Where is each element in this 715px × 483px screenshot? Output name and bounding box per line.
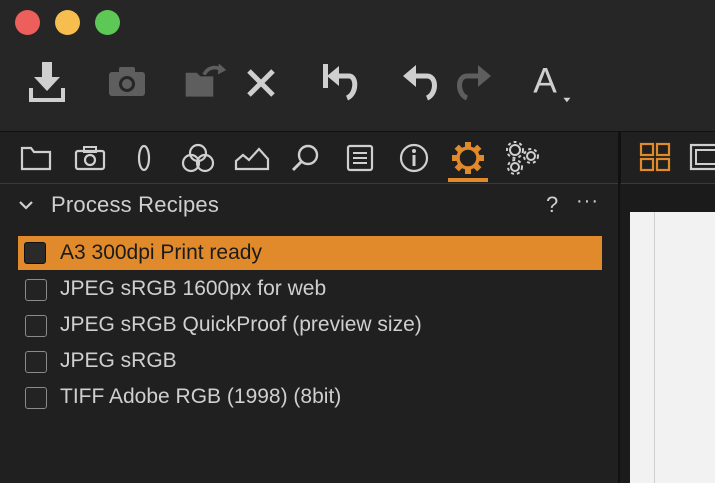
single-view-button[interactable] — [689, 142, 715, 177]
tab-adjustments[interactable] — [340, 138, 380, 178]
more-options-button[interactable]: ··· — [576, 190, 599, 213]
reset-icon — [323, 64, 358, 101]
single-view-icon — [689, 143, 715, 171]
annotations-button[interactable]: A — [528, 58, 574, 104]
recipe-checkbox[interactable] — [25, 279, 47, 301]
close-window-button[interactable] — [15, 10, 40, 35]
tab-library[interactable] — [16, 138, 56, 178]
gear-icon — [452, 142, 484, 174]
delete-x-icon — [247, 69, 275, 97]
tab-color[interactable] — [178, 138, 218, 178]
folder-icon — [20, 146, 52, 171]
minimize-window-button[interactable] — [55, 10, 80, 35]
recipe-label: JPEG sRGB 1600px for web — [60, 277, 327, 300]
process-recipes-panel: Process Recipes ? ··· A3 300dpi Print re… — [0, 185, 618, 483]
tab-details[interactable] — [286, 138, 326, 178]
grid-view-button[interactable] — [639, 142, 671, 177]
import-icon — [29, 62, 65, 102]
recipe-label: JPEG sRGB QuickProof (preview size) — [60, 313, 422, 336]
reset-button[interactable] — [316, 58, 362, 104]
tab-lens[interactable] — [124, 138, 164, 178]
annotations-label: A — [533, 62, 557, 101]
recipe-checkbox[interactable] — [25, 351, 47, 373]
main-toolbar: A — [0, 44, 715, 132]
recipe-item[interactable]: TIFF Adobe RGB (1998) (8bit) — [18, 380, 602, 414]
gears-icon — [506, 141, 539, 175]
panel-header[interactable]: Process Recipes ? ··· — [0, 185, 618, 225]
recipe-checkbox[interactable] — [25, 315, 47, 337]
recipe-checkbox[interactable] — [24, 242, 46, 264]
maximize-window-button[interactable] — [95, 10, 120, 35]
redo-icon — [457, 65, 491, 101]
tab-batch[interactable] — [502, 138, 542, 178]
recipe-label: TIFF Adobe RGB (1998) (8bit) — [60, 385, 342, 408]
exposure-icon — [234, 147, 270, 171]
tab-output[interactable] — [448, 138, 488, 178]
tab-exposure[interactable] — [232, 138, 272, 178]
undo-icon — [403, 65, 437, 101]
delete-button[interactable] — [238, 58, 284, 104]
canvas-divider — [654, 212, 655, 483]
move-to-icon — [185, 63, 227, 97]
grid-view-icon — [639, 142, 671, 172]
info-icon — [399, 143, 429, 173]
recipe-item[interactable]: JPEG sRGB QuickProof (preview size) — [18, 308, 602, 342]
tab-capture[interactable] — [70, 138, 110, 178]
capture-button[interactable] — [104, 58, 150, 104]
camera-outline-icon — [74, 146, 106, 171]
camera-icon — [109, 67, 145, 96]
tool-tab-bar — [0, 132, 618, 184]
title-bar — [0, 0, 715, 44]
import-button[interactable] — [24, 58, 70, 104]
tab-metadata[interactable] — [394, 138, 434, 178]
list-doc-icon — [346, 144, 374, 172]
recipe-label: A3 300dpi Print ready — [60, 241, 262, 264]
image-canvas[interactable] — [630, 212, 715, 483]
viewer-toolbar — [620, 132, 715, 184]
redo-button[interactable] — [450, 58, 496, 104]
move-to-button[interactable] — [182, 58, 228, 104]
chevron-down-icon[interactable] — [16, 197, 36, 213]
recipe-item[interactable]: JPEG sRGB 1600px for web — [18, 272, 602, 306]
active-tab-indicator — [448, 178, 488, 182]
recipe-item[interactable]: A3 300dpi Print ready — [18, 236, 602, 270]
recipe-checkbox[interactable] — [25, 387, 47, 409]
text-a-icon: A — [533, 62, 571, 103]
lens-icon — [137, 144, 151, 172]
recipe-label: JPEG sRGB — [60, 349, 177, 372]
magnifier-icon — [291, 144, 319, 172]
undo-button[interactable] — [398, 58, 444, 104]
help-button[interactable]: ? — [546, 192, 558, 218]
color-circles-icon — [181, 143, 215, 173]
recipe-item[interactable]: JPEG sRGB — [18, 344, 602, 378]
panel-title: Process Recipes — [51, 192, 220, 217]
